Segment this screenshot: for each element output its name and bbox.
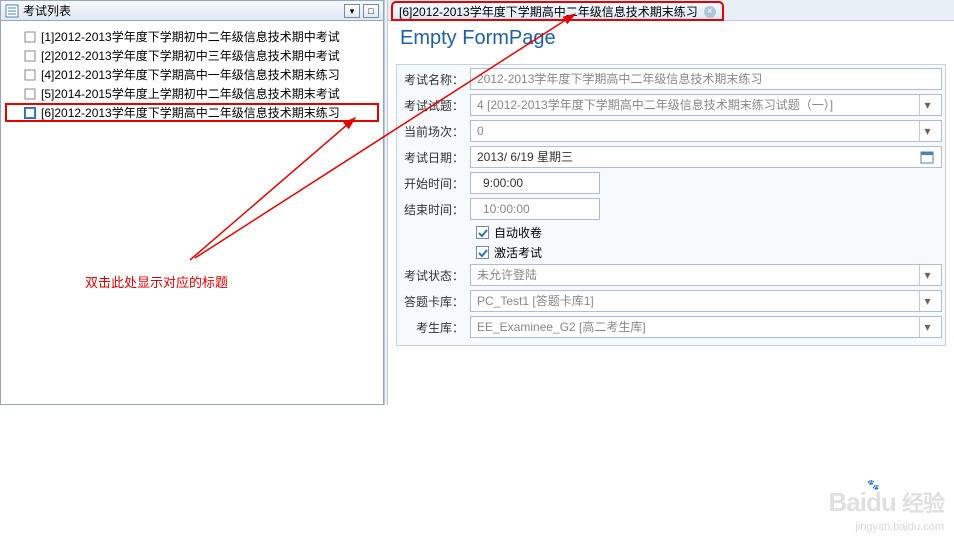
name-input[interactable]: 2012-2013学年度下学期高中二年级信息技术期末练习 bbox=[470, 68, 942, 90]
list-item-label: [1]2012-2013学年度下学期初中二年级信息技术期中考试 bbox=[41, 28, 340, 45]
doc-active-icon bbox=[23, 106, 37, 120]
list-item[interactable]: [1]2012-2013学年度下学期初中二年级信息技术期中考试 bbox=[5, 27, 379, 46]
checkbox-row[interactable]: 激活考试 bbox=[400, 244, 942, 261]
chevron-down-icon[interactable]: ▾ bbox=[919, 95, 935, 115]
chevron-down-icon[interactable]: ▾ bbox=[919, 317, 935, 337]
end-input[interactable]: 10:00:00 bbox=[470, 198, 600, 220]
chevron-down-icon[interactable]: ▾ bbox=[919, 291, 935, 311]
minimize-button[interactable]: ▾ bbox=[344, 4, 360, 18]
chevron-down-icon[interactable]: ▾ bbox=[919, 265, 935, 285]
cardlib-combo[interactable]: PC_Test1 [答题卡库1]▾ bbox=[470, 290, 942, 312]
stulib-label: 考生库： bbox=[400, 319, 470, 336]
doc-icon bbox=[23, 68, 37, 82]
panel-header: 考试列表 ▾ □ bbox=[1, 1, 383, 21]
session-label: 当前场次： bbox=[400, 123, 470, 140]
status-label: 考试状态： bbox=[400, 267, 470, 284]
checkbox-label: 激活考试 bbox=[494, 244, 542, 261]
maximize-button[interactable]: □ bbox=[363, 4, 379, 18]
date-input[interactable]: 2013/ 6/19 星期三 bbox=[470, 146, 942, 168]
start-input[interactable]: 9:00:00 bbox=[470, 172, 600, 194]
list-item-label: [6]2012-2013学年度下学期高中二年级信息技术期末练习 bbox=[41, 104, 340, 121]
paper-label: 考试试题： bbox=[400, 97, 470, 114]
panel-title: 考试列表 bbox=[23, 2, 71, 19]
cardlib-label: 答题卡库： bbox=[400, 293, 470, 310]
start-label: 开始时间： bbox=[400, 175, 470, 192]
close-icon[interactable]: × bbox=[704, 6, 716, 18]
list-icon bbox=[5, 4, 19, 18]
hint-text: 双击此处显示对应的标题 bbox=[5, 272, 379, 291]
form-panel: [6]2012-2013学年度下学期高中二年级信息技术期末练习 × Empty … bbox=[388, 0, 954, 405]
doc-icon bbox=[23, 49, 37, 63]
checkbox-icon[interactable] bbox=[476, 226, 489, 239]
list-item[interactable]: [4]2012-2013学年度下学期高中一年级信息技术期末练习 bbox=[5, 65, 379, 84]
stulib-combo[interactable]: EE_Examinee_G2 [高二考生库]▾ bbox=[470, 316, 942, 338]
checkbox-icon[interactable] bbox=[476, 246, 489, 259]
form-section: 考试名称：2012-2013学年度下学期高中二年级信息技术期末练习 考试试题：4… bbox=[396, 64, 946, 346]
page-title: Empty FormPage bbox=[388, 20, 954, 56]
list-item-label: [2]2012-2013学年度下学期初中三年级信息技术期中考试 bbox=[41, 47, 340, 64]
name-label: 考试名称： bbox=[400, 71, 470, 88]
list-item-selected[interactable]: [6]2012-2013学年度下学期高中二年级信息技术期末练习 bbox=[5, 103, 379, 122]
list-item[interactable]: [5]2014-2015学年度上学期初中二年级信息技术期末考试 bbox=[5, 84, 379, 103]
status-combo[interactable]: 未允许登陆▾ bbox=[470, 264, 942, 286]
list-area: [1]2012-2013学年度下学期初中二年级信息技术期中考试 [2]2012-… bbox=[1, 21, 383, 404]
end-label: 结束时间： bbox=[400, 201, 470, 218]
tab-active[interactable]: [6]2012-2013学年度下学期高中二年级信息技术期末练习 × bbox=[392, 2, 723, 20]
chevron-down-icon[interactable]: ▾ bbox=[919, 121, 935, 141]
list-item-label: [4]2012-2013学年度下学期高中一年级信息技术期末练习 bbox=[41, 66, 340, 83]
tab-label: [6]2012-2013学年度下学期高中二年级信息技术期末练习 bbox=[399, 3, 698, 20]
checkbox-row[interactable]: 自动收卷 bbox=[400, 224, 942, 241]
list-item[interactable]: [2]2012-2013学年度下学期初中三年级信息技术期中考试 bbox=[5, 46, 379, 65]
doc-icon bbox=[23, 30, 37, 44]
session-combo[interactable]: 0▾ bbox=[470, 120, 942, 142]
tab-bar: [6]2012-2013学年度下学期高中二年级信息技术期末练习 × bbox=[388, 0, 954, 20]
doc-icon bbox=[23, 87, 37, 101]
exam-list-panel: 考试列表 ▾ □ [1]2012-2013学年度下学期初中二年级信息技术期中考试… bbox=[0, 0, 384, 405]
list-item-label: [5]2014-2015学年度上学期初中二年级信息技术期末考试 bbox=[41, 85, 340, 102]
paper-combo[interactable]: 4 [2012-2013学年度下学期高中二年级信息技术期末练习试题（一）]▾ bbox=[470, 94, 942, 116]
calendar-icon[interactable] bbox=[919, 149, 935, 165]
watermark: Baid🐾duu 经验 jingyan.baidu.com bbox=[829, 486, 944, 534]
date-label: 考试日期： bbox=[400, 149, 470, 166]
checkbox-label: 自动收卷 bbox=[494, 224, 542, 241]
